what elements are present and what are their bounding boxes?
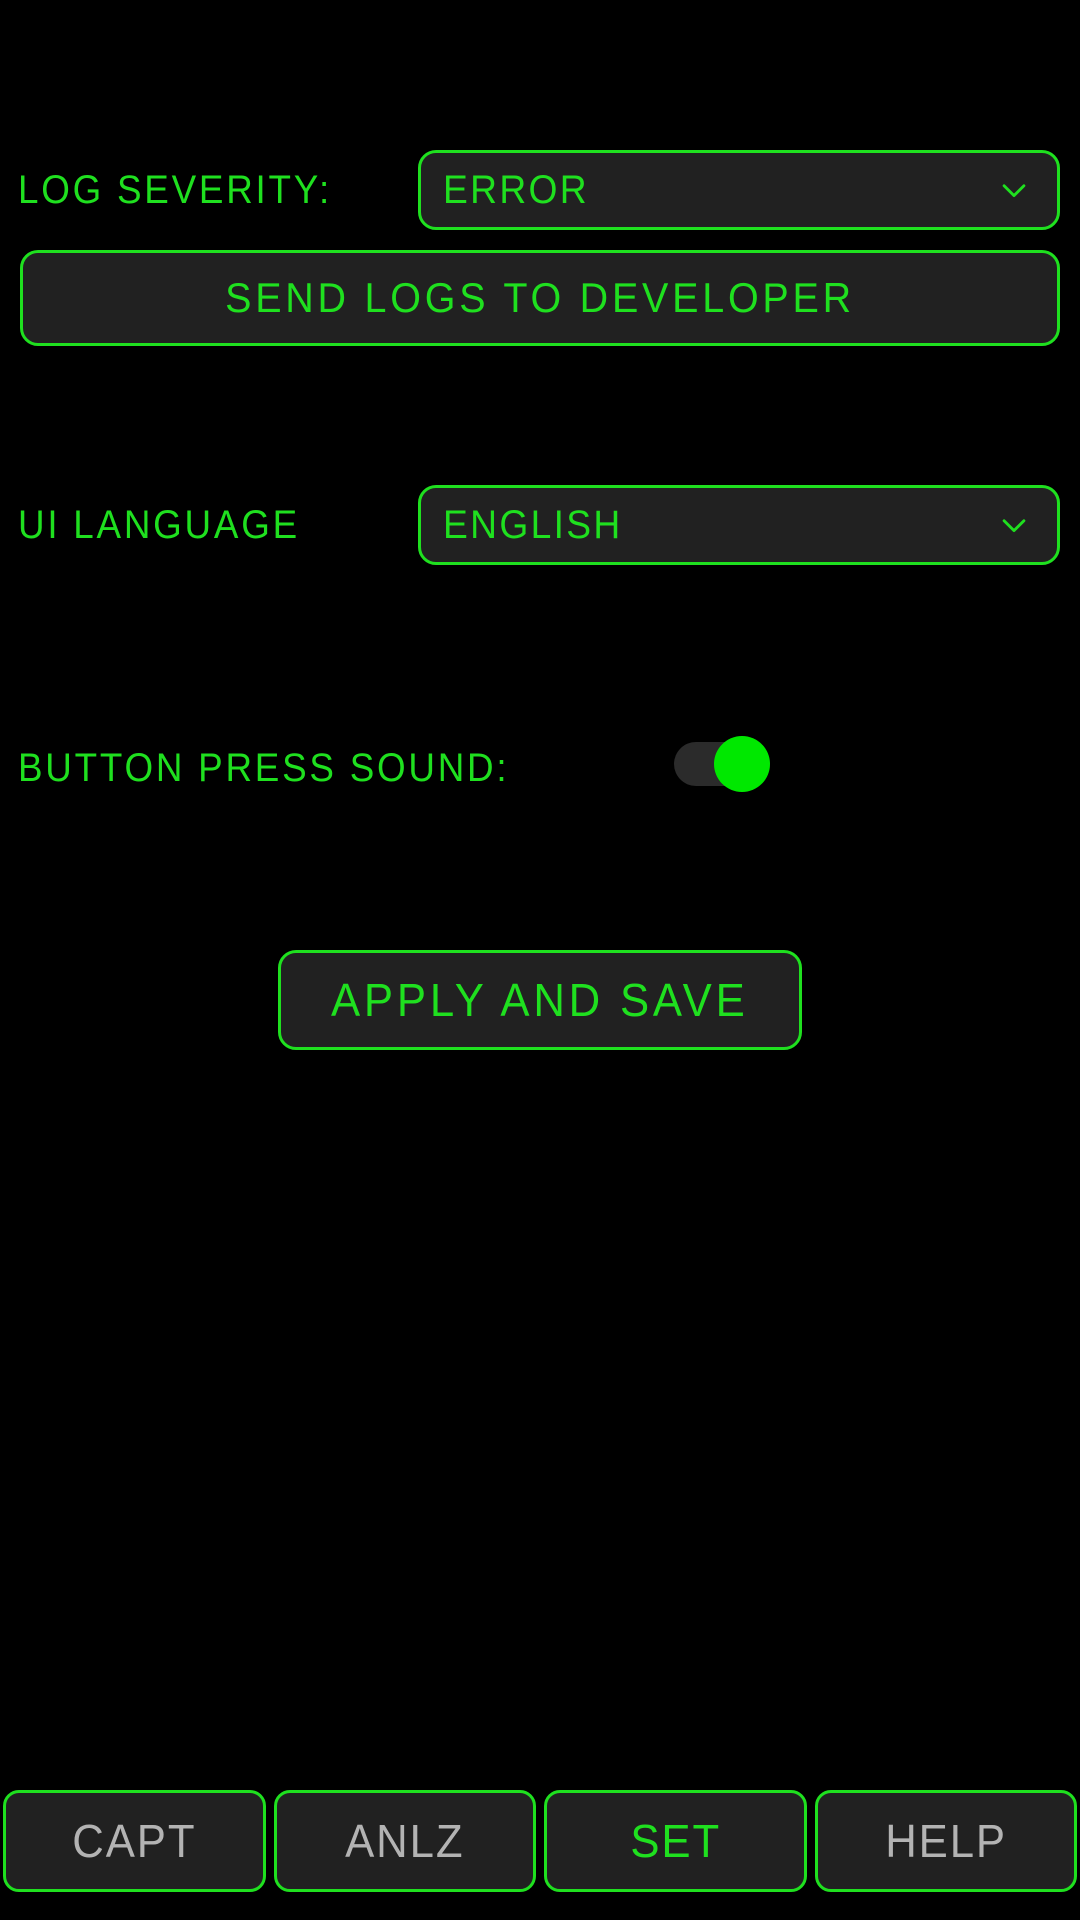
ui-language-label: UI LANGUAGE: [18, 502, 300, 547]
send-logs-to-developer-button[interactable]: SEND LOGS TO DEVELOPER: [20, 250, 1060, 346]
button-press-sound-toggle[interactable]: [674, 736, 770, 792]
button-press-sound-row: BUTTON PRESS SOUND:: [18, 738, 638, 798]
ui-language-row: UI LANGUAGE: [18, 495, 418, 555]
nav-button-anlz[interactable]: ANLZ: [273, 1790, 536, 1892]
apply-and-save-label: APPLY AND SAVE: [331, 974, 749, 1026]
button-press-sound-label: BUTTON PRESS SOUND:: [18, 745, 510, 790]
chevron-down-icon: [997, 508, 1031, 542]
nav-button-help[interactable]: HELP: [814, 1790, 1077, 1892]
ui-language-dropdown[interactable]: ENGLISH: [418, 485, 1060, 565]
log-severity-row: LOG SEVERITY:: [18, 160, 418, 220]
chevron-down-icon: [997, 173, 1031, 207]
log-severity-value: ERROR: [443, 167, 589, 212]
nav-label-help: HELP: [884, 1815, 1007, 1867]
toggle-knob: [714, 736, 770, 792]
nav-label-set: SET: [629, 1815, 721, 1867]
nav-button-set[interactable]: SET: [544, 1790, 807, 1892]
nav-label-capt: CAPT: [72, 1815, 197, 1867]
apply-and-save-button[interactable]: APPLY AND SAVE: [278, 950, 802, 1050]
bottom-navigation-bar: CAPT ANLZ SET HELP: [0, 1790, 1080, 1920]
send-logs-to-developer-label: SEND LOGS TO DEVELOPER: [225, 274, 855, 321]
nav-label-anlz: ANLZ: [345, 1815, 465, 1867]
ui-language-value: ENGLISH: [443, 502, 623, 547]
nav-button-capt[interactable]: CAPT: [3, 1790, 266, 1892]
log-severity-label: LOG SEVERITY:: [18, 167, 333, 212]
log-severity-dropdown[interactable]: ERROR: [418, 150, 1060, 230]
